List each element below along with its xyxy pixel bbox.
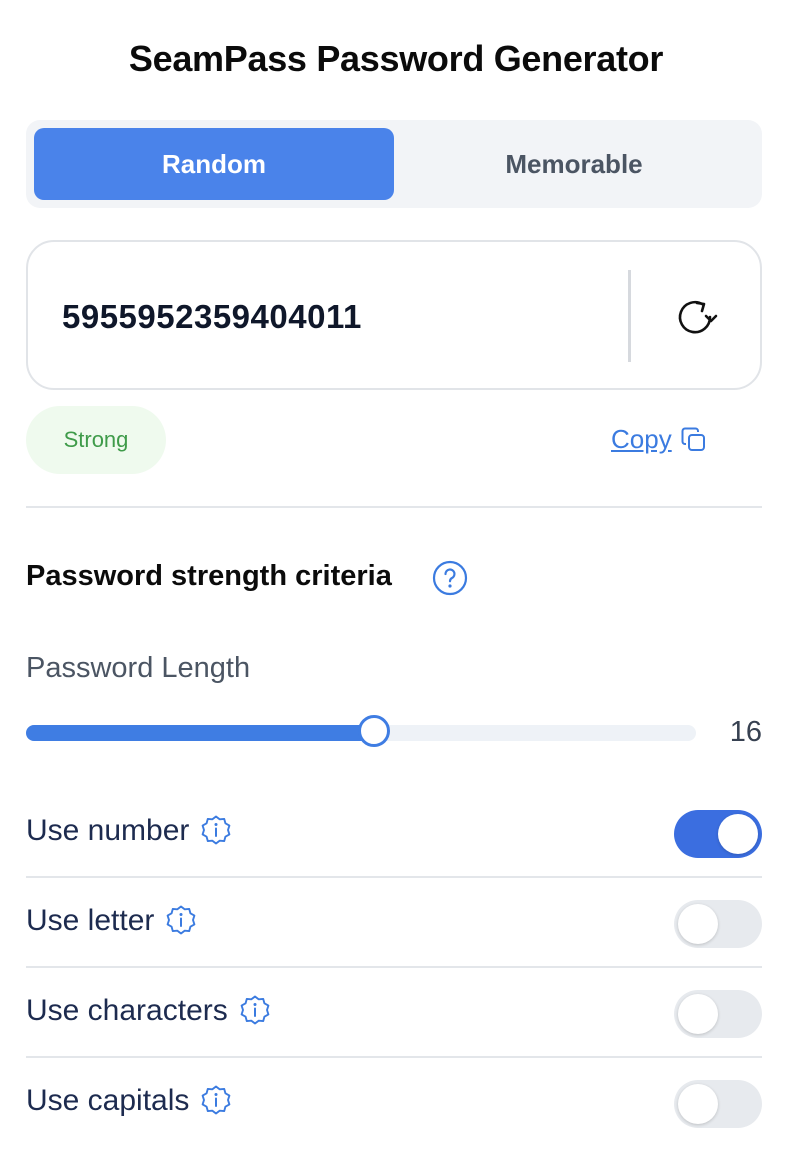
password-generator-page: SeamPass Password Generator Random Memor… (0, 0, 792, 1176)
slider-fill (26, 725, 374, 741)
page-title: SeamPass Password Generator (128, 38, 664, 79)
help-circle-icon[interactable] (432, 560, 468, 596)
info-badge-icon[interactable] (199, 814, 233, 848)
info-badge-icon[interactable] (238, 994, 272, 1028)
info-badge-icon[interactable] (199, 1084, 233, 1118)
password-display: 5955952359404011 (26, 240, 762, 390)
option-row-use-number: Use number (26, 788, 762, 878)
option-label: Use capitals (26, 1084, 190, 1117)
mode-tabs: Random Memorable (26, 120, 762, 208)
option-label: Use letter (26, 904, 155, 937)
option-label-wrap: Use characters (26, 994, 272, 1028)
generated-password: 5955952359404011 (62, 298, 362, 335)
criteria-heading: Password strength criteria (26, 560, 392, 592)
use-capitals-toggle[interactable] (674, 1080, 762, 1128)
toggle-knob (678, 904, 718, 944)
option-label: Use number (26, 814, 190, 847)
option-label: Use characters (26, 994, 228, 1027)
toggle-knob (718, 814, 758, 854)
use-characters-toggle[interactable] (674, 990, 762, 1038)
use-letter-toggle[interactable] (674, 900, 762, 948)
section-divider (26, 506, 762, 508)
password-length-value: 16 (729, 716, 762, 748)
copy-icon (681, 427, 705, 451)
toggle-knob (678, 994, 718, 1034)
info-badge-icon[interactable] (164, 904, 198, 938)
password-length-slider[interactable] (26, 715, 696, 750)
refresh-icon (678, 300, 718, 334)
toggle-knob (678, 1084, 718, 1124)
strength-badge: Strong (26, 406, 166, 474)
copy-button[interactable]: Copy (611, 424, 708, 455)
option-row-use-characters: Use characters (26, 968, 762, 1058)
use-number-toggle[interactable] (674, 810, 762, 858)
option-row-use-letter: Use letter (26, 878, 762, 968)
option-label-wrap: Use number (26, 814, 233, 848)
password-length-label: Password Length (26, 652, 251, 684)
copy-label: Copy (611, 424, 672, 454)
regenerate-button[interactable] (668, 292, 724, 342)
password-divider (628, 270, 631, 362)
tab-memorable[interactable]: Memorable (394, 128, 754, 200)
option-label-wrap: Use capitals (26, 1084, 233, 1118)
option-row-use-capitals: Use capitals (26, 1058, 762, 1148)
slider-thumb[interactable] (358, 715, 390, 747)
option-label-wrap: Use letter (26, 904, 198, 938)
tab-random[interactable]: Random (34, 128, 394, 200)
